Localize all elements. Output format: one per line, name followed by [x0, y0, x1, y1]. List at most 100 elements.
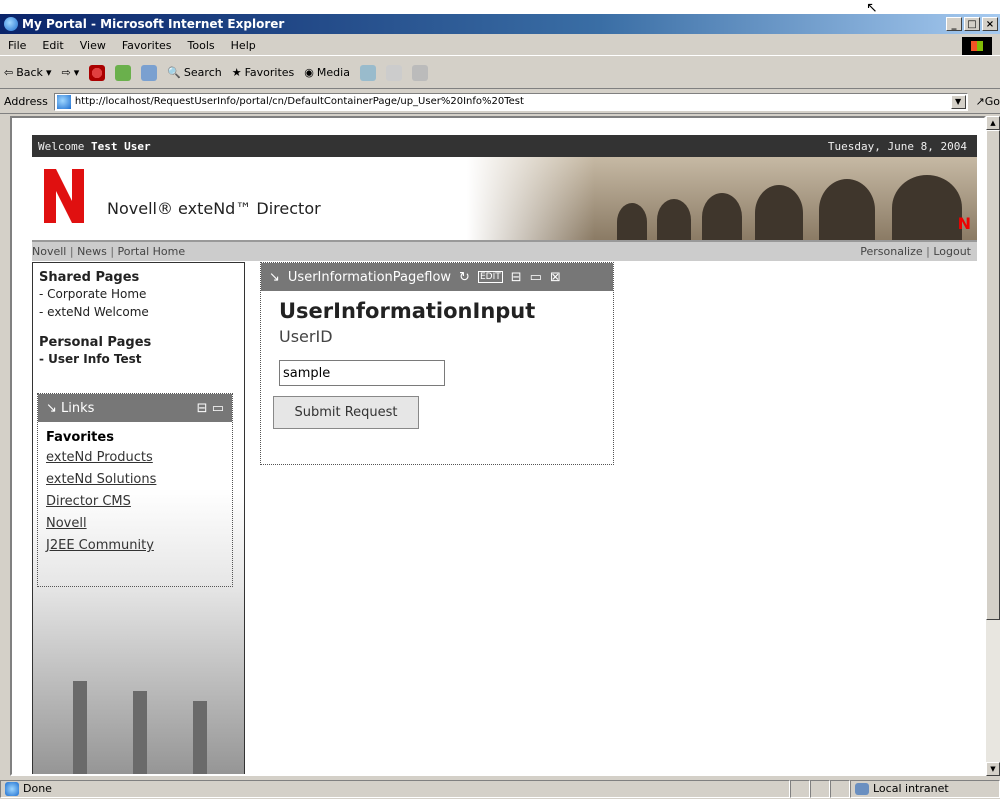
menu-favorites[interactable]: Favorites: [114, 39, 180, 52]
address-bar: Address http://localhost/RequestUserInfo…: [0, 90, 1000, 114]
window-controls: _ □ ×: [946, 17, 998, 31]
scroll-up-icon[interactable]: ▲: [986, 116, 1000, 130]
personal-pages-title: Personal Pages: [39, 335, 152, 350]
back-arrow-icon: ⇦: [4, 66, 14, 79]
mail-icon[interactable]: [385, 64, 402, 81]
intranet-icon: [855, 782, 869, 795]
page-icon: [56, 94, 71, 109]
title-bar: My Portal - Microsoft Internet Explorer: [0, 14, 1000, 34]
toolbar: ⇦ Back ▾ ⇨ ▾ 🔍 Search ★ Favorites ◉ Media: [0, 57, 1000, 89]
minimize-portlet-icon[interactable]: ⊟: [511, 270, 522, 285]
maximize-portlet-icon[interactable]: ▭: [212, 401, 224, 416]
shared-pages-section: Shared Pages - Corporate Home - exteNd W…: [33, 263, 244, 321]
shared-pages-title: Shared Pages: [39, 270, 140, 285]
minimize-button[interactable]: _: [946, 17, 962, 31]
link-j2ee-community[interactable]: J2EE Community: [46, 535, 224, 557]
forward-arrow-icon: ⇨: [61, 66, 71, 79]
print-icon[interactable]: [411, 64, 428, 81]
window-title: My Portal - Microsoft Internet Explorer: [22, 17, 285, 31]
top-strip: [0, 0, 1000, 14]
search-icon: 🔍: [167, 66, 181, 79]
submit-request-button[interactable]: Submit Request: [273, 396, 419, 429]
stop-icon[interactable]: [89, 64, 106, 81]
product-brand: Novell® exteNd™ Director: [107, 199, 321, 218]
menu-tools[interactable]: Tools: [180, 39, 223, 52]
address-label: Address: [4, 95, 48, 108]
link-extend-solutions[interactable]: exteNd Solutions: [46, 469, 224, 491]
welcome-bar: Welcome Test User Tuesday, June 8, 2004: [32, 135, 977, 157]
nav-logout[interactable]: Logout: [933, 245, 971, 258]
menu-view[interactable]: View: [72, 39, 114, 52]
search-button[interactable]: 🔍 Search: [167, 66, 222, 79]
address-dropdown-icon[interactable]: ▼: [950, 94, 966, 109]
links-list: Favorites exteNd Products exteNd Solutio…: [38, 422, 232, 565]
media-button[interactable]: ◉ Media: [304, 66, 350, 79]
menu-bar: File Edit View Favorites Tools Help: [0, 35, 1000, 56]
portal-nav: Novell | News | Portal Home Personalize …: [32, 241, 977, 261]
address-input[interactable]: http://localhost/RequestUserInfo/portal/…: [53, 92, 968, 111]
userid-label: UserID: [279, 327, 333, 346]
menu-file[interactable]: File: [0, 39, 34, 52]
close-button[interactable]: ×: [982, 17, 998, 31]
go-arrow-icon: ↗: [975, 95, 985, 108]
favorites-title: Favorites: [46, 430, 114, 445]
address-url: http://localhost/RequestUserInfo/portal/…: [74, 96, 524, 107]
history-icon[interactable]: [359, 64, 376, 81]
links-portlet: ↘ Links ⊟ ▭ Favorites exteNd Products ex…: [37, 393, 233, 587]
nav-personalize[interactable]: Personalize: [860, 245, 922, 258]
zone-indicator: Local intranet: [850, 779, 1000, 798]
link-novell[interactable]: Novell: [46, 513, 224, 535]
scroll-thumb[interactable]: [986, 130, 1000, 620]
link-extend-products[interactable]: exteNd Products: [46, 447, 224, 469]
nav-portal-home[interactable]: Portal Home: [118, 245, 186, 258]
page-link-corporate-home[interactable]: - Corporate Home: [39, 285, 238, 303]
page-done-icon: [5, 781, 19, 796]
maximize-portlet-icon[interactable]: ▭: [530, 270, 542, 285]
portal: Welcome Test User Tuesday, June 8, 2004 …: [32, 135, 977, 774]
forward-button[interactable]: ⇨ ▾: [61, 66, 79, 79]
menu-edit[interactable]: Edit: [34, 39, 71, 52]
edit-portlet-icon[interactable]: EDIT: [477, 271, 503, 283]
status-bar: Done Local intranet: [0, 778, 1000, 799]
home-icon[interactable]: [141, 64, 158, 81]
form-heading: UserInformationInput: [279, 299, 536, 323]
maximize-button[interactable]: □: [964, 17, 980, 31]
media-icon: ◉: [304, 66, 314, 79]
windows-logo-icon: [962, 37, 992, 55]
novell-n-icon: N: [957, 214, 971, 233]
refresh-portlet-icon[interactable]: ↻: [459, 270, 470, 285]
links-portlet-header: ↘ Links ⊟ ▭: [38, 394, 232, 422]
zone-label: Local intranet: [873, 782, 949, 795]
favorites-button[interactable]: ★ Favorites: [232, 66, 295, 79]
vertical-scrollbar[interactable]: ▲ ▼: [986, 116, 1000, 776]
nav-news[interactable]: News: [77, 245, 107, 258]
go-button[interactable]: ↗Go: [976, 95, 1000, 108]
userid-input[interactable]: [279, 360, 445, 386]
date-label: Tuesday, June 8, 2004: [827, 139, 967, 153]
link-director-cms[interactable]: Director CMS: [46, 491, 224, 513]
ie-logo-icon: [4, 17, 18, 31]
page-viewport: Welcome Test User Tuesday, June 8, 2004 …: [10, 116, 986, 776]
close-portlet-icon[interactable]: ⊠: [550, 270, 561, 285]
user-name: Test User: [90, 139, 151, 153]
collapse-arrow-icon[interactable]: ↘: [46, 401, 57, 416]
minimize-portlet-icon[interactable]: ⊟: [197, 401, 208, 416]
page-link-user-info-test[interactable]: - User Info Test: [39, 350, 238, 368]
banner: Novell® exteNd™ Director N: [32, 157, 977, 241]
collapse-arrow-icon[interactable]: ↘: [269, 270, 280, 285]
back-button[interactable]: ⇦ Back ▾: [4, 66, 51, 79]
refresh-icon[interactable]: [115, 64, 132, 81]
left-sidebar: Shared Pages - Corporate Home - exteNd W…: [32, 262, 245, 774]
arches-image: N: [467, 157, 977, 240]
star-icon: ★: [231, 66, 242, 79]
nav-novell[interactable]: Novell: [32, 245, 66, 258]
portlet-header: ↘ UserInformationPageflow ↻ EDIT ⊟ ▭ ⊠: [261, 263, 613, 291]
scroll-down-icon[interactable]: ▼: [986, 762, 1000, 776]
menu-help[interactable]: Help: [223, 39, 264, 52]
browser-window: ↖ My Portal - Microsoft Internet Explore…: [0, 0, 1000, 799]
links-portlet-title: Links: [61, 400, 95, 416]
personal-pages-section: Personal Pages - User Info Test: [33, 321, 244, 368]
status-text: Done: [23, 782, 52, 795]
dropdown-arrow-icon: ▾: [45, 66, 52, 79]
page-link-extend-welcome[interactable]: - exteNd Welcome: [39, 303, 238, 321]
